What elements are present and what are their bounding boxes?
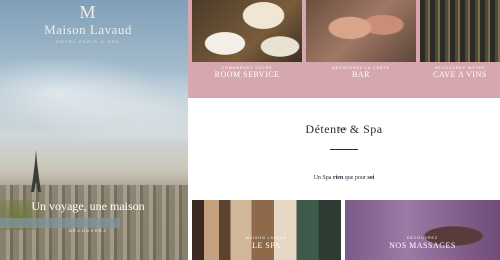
tagline-bold-rien: rien: [332, 175, 344, 181]
eiffel-tower-icon: [31, 150, 41, 192]
spa-card-title[interactable]: LE SPA: [192, 241, 341, 250]
logo-mark[interactable]: M: [0, 2, 176, 23]
hero-river: [0, 218, 120, 228]
room-service-image[interactable]: [192, 0, 302, 62]
spa-card-kicker: MAISON LAVAUD: [245, 236, 288, 240]
massages-card-kicker: DÉCOUVREZ: [407, 236, 438, 240]
spa-card-image[interactable]: [192, 200, 341, 260]
tagline-middle: que pour: [343, 175, 368, 181]
hero-title: Un voyage, une maison: [31, 199, 145, 213]
wine-cellar-image[interactable]: [420, 0, 500, 62]
hero-section: M Maison Lavaud HÔTEL PARIS & SPA Un voy…: [0, 0, 188, 260]
massages-card-image[interactable]: [345, 200, 500, 260]
section-divider: [330, 149, 358, 150]
logo-name[interactable]: Maison Lavaud: [0, 22, 176, 38]
spa-tagline: Un Spa rien que pour soi: [188, 175, 500, 181]
logo-tagline: HÔTEL PARIS & SPA: [55, 39, 121, 44]
bar-image[interactable]: [306, 0, 416, 62]
hero-cta-link[interactable]: DÉCOUVREZ: [0, 228, 176, 233]
spa-section-title: Détente & Spa: [305, 122, 383, 136]
tagline-bold-soi: soi: [367, 175, 375, 181]
wine-cellar-title[interactable]: CAVE A VINS: [420, 70, 500, 79]
tagline-prefix: Un Spa: [313, 175, 333, 181]
massages-card-title[interactable]: NOS MASSAGES: [345, 241, 500, 250]
room-service-title[interactable]: ROOM SERVICE: [192, 70, 302, 79]
hero-sky-clouds: [0, 60, 188, 140]
bar-title[interactable]: BAR: [306, 70, 416, 79]
